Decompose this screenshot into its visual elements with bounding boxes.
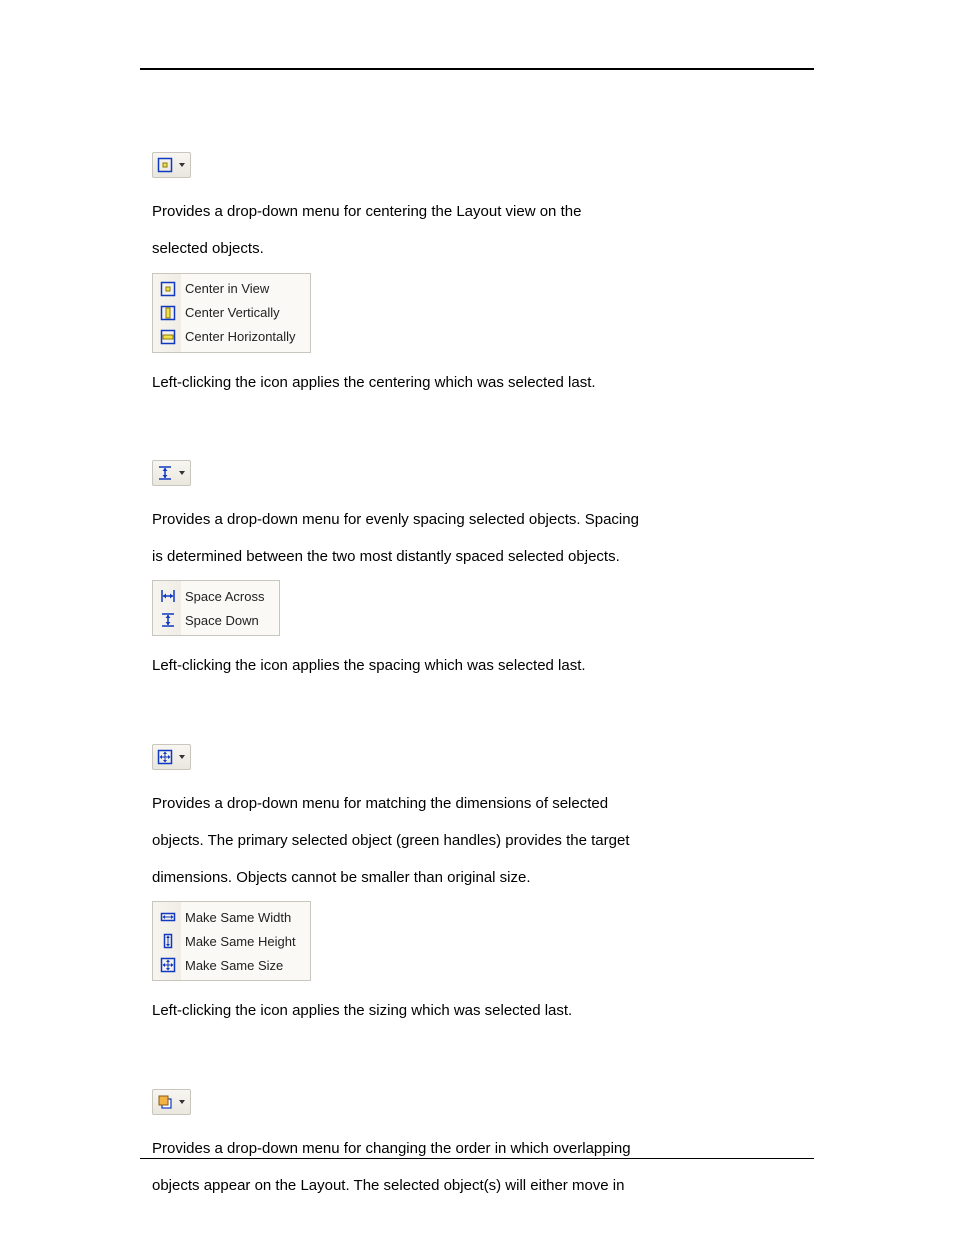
center-vertically-icon	[159, 304, 177, 322]
menu-item-label: Center Vertically	[185, 305, 280, 320]
center-menu: Center in View Center Vertically	[152, 273, 311, 353]
center-in-view-icon	[156, 156, 174, 174]
menu-item-center-horizontally[interactable]: Center Horizontally	[153, 325, 310, 349]
footer-rule	[140, 1158, 814, 1159]
space-across-icon	[159, 587, 177, 605]
size-menu: Make Same Width Make Same Height	[152, 901, 311, 981]
space-intro-line-2: is determined between the two most dista…	[152, 545, 814, 568]
size-intro-line-1: Provides a drop-down menu for matching t…	[152, 792, 814, 815]
size-dropdown-button[interactable]	[152, 744, 191, 770]
center-note: Left-clicking the icon applies the cente…	[152, 371, 814, 394]
menu-item-label: Make Same Size	[185, 958, 283, 973]
size-note: Left-clicking the icon applies the sizin…	[152, 999, 814, 1022]
center-intro-line-2: selected objects.	[152, 237, 814, 260]
dropdown-caret-icon	[179, 1100, 185, 1104]
dropdown-caret-icon	[179, 163, 185, 167]
size-intro-line-3: dimensions. Objects cannot be smaller th…	[152, 866, 814, 889]
bring-to-front-icon	[156, 1093, 174, 1111]
order-intro-line-2: objects appear on the Layout. The select…	[152, 1174, 814, 1197]
menu-item-label: Space Down	[185, 613, 259, 628]
space-intro-line-1: Provides a drop-down menu for evenly spa…	[152, 508, 814, 531]
menu-item-same-height[interactable]: Make Same Height	[153, 929, 310, 953]
same-height-icon	[159, 932, 177, 950]
same-size-icon	[159, 956, 177, 974]
menu-item-space-across[interactable]: Space Across	[153, 584, 279, 608]
menu-item-label: Center in View	[185, 281, 269, 296]
menu-item-same-width[interactable]: Make Same Width	[153, 905, 310, 929]
menu-item-space-down[interactable]: Space Down	[153, 608, 279, 632]
center-horizontally-icon	[159, 328, 177, 346]
space-menu: Space Across Space Down	[152, 580, 280, 636]
menu-item-label: Space Across	[185, 589, 265, 604]
order-dropdown-button[interactable]	[152, 1089, 191, 1115]
order-intro-line-1: Provides a drop-down menu for changing t…	[152, 1137, 814, 1160]
menu-item-label: Make Same Height	[185, 934, 296, 949]
space-note: Left-clicking the icon applies the spaci…	[152, 654, 814, 677]
center-in-view-icon	[159, 280, 177, 298]
menu-item-label: Make Same Width	[185, 910, 291, 925]
menu-item-center-in-view[interactable]: Center in View	[153, 277, 310, 301]
dropdown-caret-icon	[179, 755, 185, 759]
space-down-icon	[159, 611, 177, 629]
space-down-icon	[156, 464, 174, 482]
dropdown-caret-icon	[179, 471, 185, 475]
menu-item-label: Center Horizontally	[185, 329, 296, 344]
space-dropdown-button[interactable]	[152, 460, 191, 486]
center-intro-line-1: Provides a drop-down menu for centering …	[152, 200, 814, 223]
center-dropdown-button[interactable]	[152, 152, 191, 178]
menu-item-same-size[interactable]: Make Same Size	[153, 953, 310, 977]
size-intro-line-2: objects. The primary selected object (gr…	[152, 829, 814, 852]
same-width-icon	[159, 908, 177, 926]
menu-item-center-vertically[interactable]: Center Vertically	[153, 301, 310, 325]
make-same-size-icon	[156, 748, 174, 766]
